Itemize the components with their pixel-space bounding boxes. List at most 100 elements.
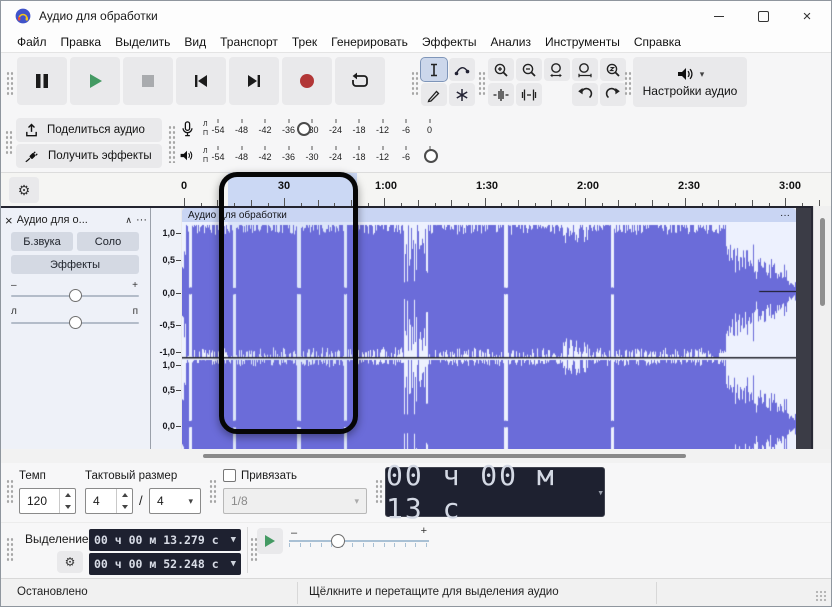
timeline-ruler[interactable]: ⚙ 0 30 1:00 1:30 2:00 2:30 3:00 xyxy=(1,172,831,207)
vertical-scale-ruler[interactable]: 1,0 0,5 0,0 -0,5 -1,0 1,0 0,5 0,0 xyxy=(151,208,181,449)
speed-slider-thumb[interactable] xyxy=(331,534,345,548)
close-button[interactable]: × xyxy=(785,1,829,31)
timeline-selected-region[interactable] xyxy=(228,173,357,207)
menu-item-Анализ[interactable]: Анализ xyxy=(484,33,537,51)
record-button[interactable] xyxy=(282,57,332,105)
recording-volume-handle[interactable] xyxy=(297,122,311,136)
snap-checkbox-row[interactable]: Привязать xyxy=(223,469,297,482)
beats-spin-arrows[interactable] xyxy=(116,489,132,513)
clip-menu-icon[interactable]: ··· xyxy=(780,210,790,221)
menu-item-Транспорт[interactable]: Транспорт xyxy=(214,33,284,51)
audio-clip[interactable]: Аудио для обработки ··· xyxy=(182,208,796,449)
tempo-value[interactable]: 120 xyxy=(20,489,59,513)
skip-to-end-button[interactable] xyxy=(229,57,279,105)
toolbar-grip[interactable] xyxy=(6,71,14,95)
window-resize-grip[interactable] xyxy=(815,590,827,602)
snap-select[interactable]: 1/8 ▾ xyxy=(223,488,367,514)
zoom-in-button[interactable] xyxy=(488,58,514,81)
play-at-speed-button[interactable] xyxy=(257,528,283,554)
field-arrow-icon[interactable]: ▼ xyxy=(231,559,236,569)
timeline-options-button[interactable]: ⚙ xyxy=(9,177,39,203)
toolbar-grip[interactable] xyxy=(375,479,383,505)
toolbar-grip[interactable] xyxy=(209,479,217,505)
stop-button[interactable] xyxy=(123,57,173,105)
draw-tool-button[interactable] xyxy=(421,83,447,106)
zoom-fit-button[interactable] xyxy=(572,58,598,81)
menu-item-Справка[interactable]: Справка xyxy=(628,33,687,51)
vertical-scrollbar-thumb[interactable] xyxy=(820,218,825,306)
toolbar-grip[interactable] xyxy=(168,125,176,163)
spin-up-icon[interactable] xyxy=(117,489,132,501)
trim-audio-button[interactable] xyxy=(488,83,514,106)
waveform-canvas[interactable] xyxy=(182,222,796,449)
track-close-icon[interactable]: × xyxy=(5,213,13,228)
track-collapse-icon[interactable]: ∧ xyxy=(125,215,132,226)
zoom-toggle-button[interactable] xyxy=(600,58,626,81)
snap-checkbox[interactable] xyxy=(223,469,236,482)
toolbar-grip[interactable] xyxy=(624,71,632,95)
toolbar-grip[interactable] xyxy=(478,71,486,95)
maximize-button[interactable] xyxy=(741,1,785,31)
clip-title[interactable]: Аудио для обработки xyxy=(188,210,287,221)
undo-button[interactable] xyxy=(572,83,598,106)
tempo-stepper[interactable]: 120 xyxy=(19,488,76,514)
track-name[interactable]: Аудио для о... xyxy=(17,214,122,226)
audio-setup-button[interactable]: ▾ Настройки аудио xyxy=(633,57,747,107)
minimize-button[interactable] xyxy=(697,1,741,31)
multi-tool-button[interactable] xyxy=(449,83,475,106)
silence-audio-button[interactable] xyxy=(516,83,542,106)
zoom-selection-button[interactable] xyxy=(544,58,570,81)
selection-end-field[interactable]: 00 ч 00 м 52.248 с ▼ xyxy=(89,553,241,575)
effects-button[interactable]: Эффекты xyxy=(11,255,139,274)
clip-header[interactable]: Аудио для обработки ··· xyxy=(182,208,796,222)
selection-start-value[interactable]: 00 ч 00 м 13.279 с xyxy=(94,533,219,547)
share-audio-button[interactable]: Поделиться аудио xyxy=(16,118,162,142)
beats-value[interactable]: 4 xyxy=(86,489,116,513)
get-effects-button[interactable]: Получить эффекты xyxy=(16,144,162,168)
gain-slider-thumb[interactable] xyxy=(69,289,82,302)
selection-tool-button[interactable] xyxy=(420,57,448,82)
toolbar-grip[interactable] xyxy=(5,130,13,156)
menu-item-Файл[interactable]: Файл xyxy=(11,33,53,51)
playback-volume-handle[interactable] xyxy=(424,149,438,163)
toolbar-grip[interactable] xyxy=(411,71,419,95)
menu-item-Вид[interactable]: Вид xyxy=(178,33,212,51)
beat-unit-select[interactable]: 4 ▾ xyxy=(149,488,201,514)
menu-item-Генерировать[interactable]: Генерировать xyxy=(325,33,414,51)
beats-stepper[interactable]: 4 xyxy=(85,488,133,514)
toolbar-grip[interactable] xyxy=(6,537,14,563)
menu-item-Выделить[interactable]: Выделить xyxy=(109,33,176,51)
audio-position-display[interactable]: 00 ч 00 м 13 с ▾ xyxy=(385,459,605,525)
play-button[interactable] xyxy=(70,57,120,105)
chevron-down-icon[interactable]: ▾ xyxy=(597,486,604,499)
redo-button[interactable] xyxy=(600,83,626,106)
zoom-out-button[interactable] xyxy=(516,58,542,81)
spin-up-icon[interactable] xyxy=(60,489,75,501)
pause-button[interactable] xyxy=(17,57,67,105)
skip-to-start-button[interactable] xyxy=(176,57,226,105)
recording-meter[interactable]: ЛП -54 -48 -42 -36 -30 -24 -18 -12 -6 0 xyxy=(179,117,441,143)
menu-item-Инструменты[interactable]: Инструменты xyxy=(539,33,626,51)
menu-item-Трек[interactable]: Трек xyxy=(286,33,323,51)
mute-button[interactable]: Б.звука xyxy=(11,232,73,251)
menu-item-Правка[interactable]: Правка xyxy=(55,33,108,51)
playback-meter[interactable]: ЛП -54-48-42-36-30-24-18-12-60 xyxy=(179,144,441,170)
spin-down-icon[interactable] xyxy=(60,501,75,513)
selection-start-field[interactable]: 00 ч 00 м 13.279 с ▼ xyxy=(89,529,241,551)
field-arrow-icon[interactable]: ▼ xyxy=(231,535,236,545)
horizontal-scrollbar-thumb[interactable] xyxy=(203,454,686,458)
envelope-tool-button[interactable] xyxy=(449,58,475,81)
pan-slider-thumb[interactable] xyxy=(69,316,82,329)
selection-options-button[interactable]: ⚙ xyxy=(57,551,83,573)
toolbar-grip[interactable] xyxy=(6,479,14,505)
track-menu-icon[interactable]: ··· xyxy=(136,214,147,226)
audio-position-value[interactable]: 00 ч 00 м 13 с xyxy=(386,459,591,525)
play-speed-slider[interactable]: – + xyxy=(289,525,429,561)
selection-end-value[interactable]: 00 ч 00 м 52.248 с xyxy=(94,557,219,571)
spin-down-icon[interactable] xyxy=(117,501,132,513)
vertical-scrollbar[interactable] xyxy=(813,206,831,449)
tempo-spin-arrows[interactable] xyxy=(59,489,75,513)
menu-item-Эффекты[interactable]: Эффекты xyxy=(416,33,483,51)
track-control-panel[interactable]: × Аудио для о... ∧ ··· Б.звука Соло Эффе… xyxy=(1,208,151,449)
loop-button[interactable] xyxy=(335,57,385,105)
